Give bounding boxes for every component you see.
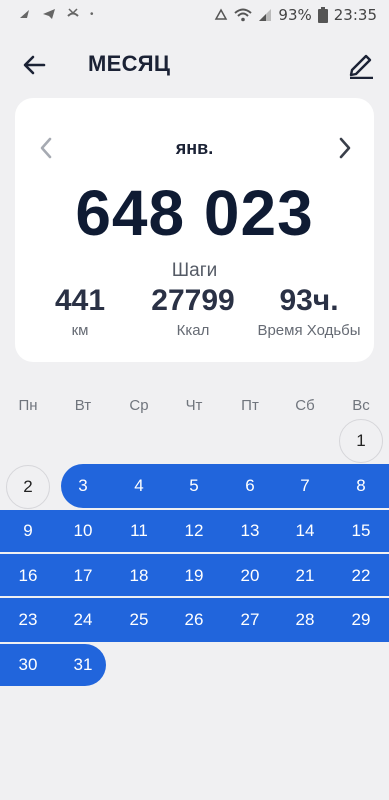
weekday-label: Чт [185, 397, 203, 414]
recycle-icon [215, 8, 228, 20]
calendar-day[interactable]: 2 [3, 467, 53, 507]
calendar-day[interactable]: 21 [280, 556, 330, 596]
month-label: янв. [175, 138, 214, 158]
calendar-day[interactable]: 24 [58, 600, 108, 640]
distance-value: 441 [54, 284, 106, 317]
distance-unit: км [71, 322, 89, 339]
notification-icons: • [18, 7, 94, 21]
calendar-day[interactable]: 5 [169, 466, 219, 506]
calendar-day[interactable]: 18 [114, 556, 164, 596]
calendar-day[interactable]: 20 [225, 556, 275, 596]
calories-stat: 27799 Ккал [143, 284, 243, 339]
calories-unit: Ккал [176, 322, 210, 339]
calendar-day[interactable]: 30 [3, 645, 53, 685]
missed-call-icon [67, 8, 79, 17]
battery-percent: 93% [278, 6, 312, 24]
calendar-day[interactable]: 13 [225, 511, 275, 551]
page-title: МЕСЯЦ [88, 51, 171, 76]
calendar-day[interactable]: 23 [3, 600, 53, 640]
signal-icon [259, 9, 272, 21]
calendar-day[interactable]: 3 [58, 466, 108, 506]
distance-stat: 441 км [35, 284, 125, 339]
calendar-day[interactable]: 22 [336, 556, 386, 596]
calendar-day[interactable]: 17 [58, 556, 108, 596]
calendar-day[interactable]: 8 [336, 466, 386, 506]
calendar-day[interactable]: 6 [225, 466, 275, 506]
calendar-day[interactable]: 31 [58, 645, 108, 685]
calendar-day[interactable]: 16 [3, 556, 53, 596]
calendar-day[interactable]: 15 [336, 511, 386, 551]
calendar-day[interactable]: 27 [225, 600, 275, 640]
weekday-header: Пн Вт Ср Чт Пт Сб Вс [0, 397, 389, 421]
calendar-day[interactable]: 10 [58, 511, 108, 551]
walk-time-value: 93ч. [279, 284, 339, 317]
calendar-day[interactable]: 4 [114, 466, 164, 506]
edit-pencil-icon[interactable] [347, 49, 375, 79]
calendar-day[interactable]: 9 [3, 511, 53, 551]
weekday-label: Вс [352, 397, 370, 414]
calendar-day[interactable]: 12 [169, 511, 219, 551]
calendar-day[interactable]: 1 [336, 421, 386, 461]
calendar-day[interactable]: 25 [114, 600, 164, 640]
calendar-day[interactable]: 19 [169, 556, 219, 596]
calendar-day[interactable]: 14 [280, 511, 330, 551]
chevron-right-icon[interactable] [336, 136, 354, 160]
walk-time-stat: 93ч. Время Ходьбы [251, 284, 367, 339]
back-arrow-icon[interactable] [22, 52, 48, 78]
weekday-label: Пт [241, 397, 259, 414]
calendar-day[interactable]: 11 [114, 511, 164, 551]
top-app-bar: МЕСЯЦ [0, 40, 389, 92]
telegram-icon [43, 9, 55, 19]
calendar-day[interactable]: 29 [336, 600, 386, 640]
clock: 23:35 [333, 6, 377, 24]
weekday-label: Сб [295, 397, 315, 414]
calendar-day[interactable]: 28 [280, 600, 330, 640]
weekday-label: Вт [74, 397, 92, 414]
wifi-icon [234, 8, 253, 22]
battery-icon [317, 7, 328, 23]
weekday-label: Ср [129, 397, 149, 414]
walk-time-label: Время Ходьбы [257, 322, 361, 339]
month-summary-card: янв. 648 023 Шаги 441 км 27799 Ккал 93ч.… [15, 98, 374, 362]
calendar-day[interactable]: 26 [169, 600, 219, 640]
dot-icon: • [90, 8, 94, 20]
steps-total: 648 023 [75, 177, 314, 249]
steps-label: Шаги [171, 260, 218, 281]
notification-icon [20, 10, 29, 18]
weekday-label: Пн [18, 397, 38, 414]
status-bar: • 93% 23:35 [0, 0, 389, 32]
calories-value: 27799 [151, 284, 235, 317]
calendar-day[interactable]: 7 [280, 466, 330, 506]
